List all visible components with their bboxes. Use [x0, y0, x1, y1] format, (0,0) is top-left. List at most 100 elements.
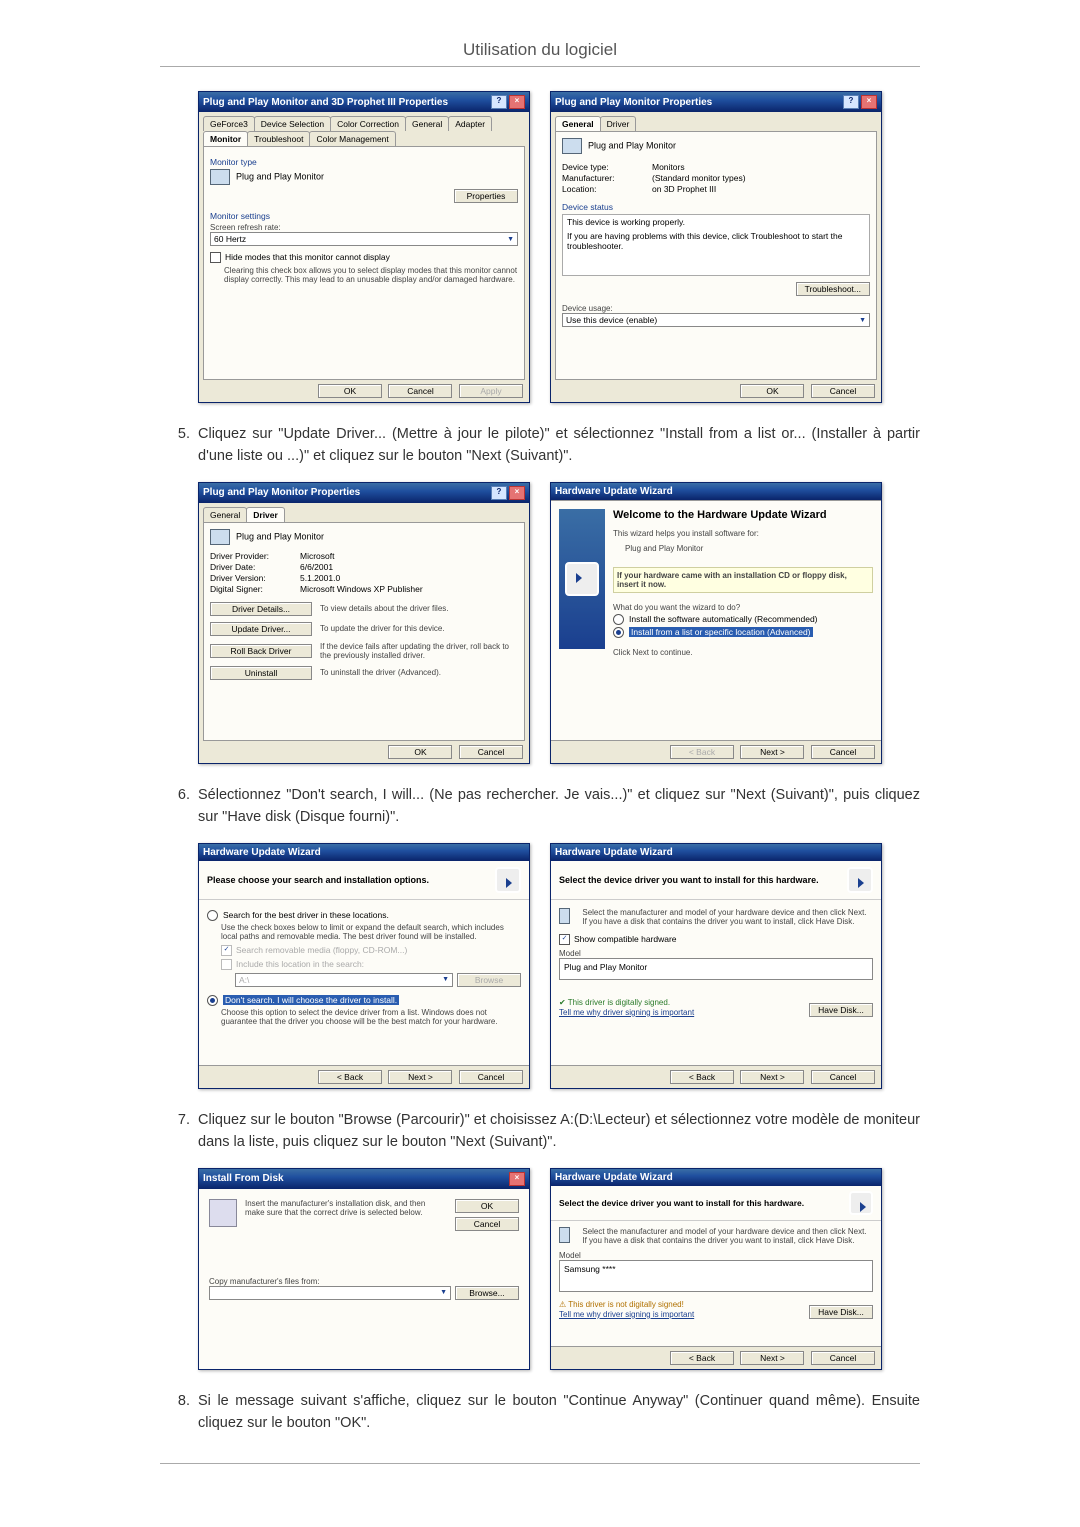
help-button[interactable]: ?	[491, 95, 507, 109]
radio-auto-label: Install the software automatically (Reco…	[629, 614, 818, 624]
wizard-click-next: Click Next to continue.	[613, 648, 873, 657]
dialog-pnp-monitor-driver: Plug and Play Monitor Properties ?× Gene…	[198, 482, 530, 764]
step-number: 6.	[160, 784, 198, 829]
window-title: Install From Disk	[203, 1173, 284, 1184]
next-button[interactable]: Next >	[740, 745, 804, 759]
tab-strip: GeForce3 Device Selection Color Correcti…	[199, 112, 529, 146]
tab-adapter[interactable]: Adapter	[448, 116, 492, 131]
model-list[interactable]: Samsung ****	[559, 1260, 873, 1292]
device-status-heading: Device status	[562, 202, 870, 212]
tab-monitor[interactable]: Monitor	[203, 131, 248, 146]
cancel-button[interactable]: Cancel	[388, 384, 452, 398]
devtype-label: Device type:	[562, 162, 652, 172]
next-button[interactable]: Next >	[388, 1070, 452, 1084]
wizard-icon	[849, 1191, 873, 1215]
tab-troubleshoot[interactable]: Troubleshoot	[247, 131, 310, 146]
next-button[interactable]: Next >	[740, 1070, 804, 1084]
wizard-icon	[495, 867, 521, 893]
titlebar: Plug and Play Monitor Properties ? ×	[551, 92, 881, 112]
device-usage-label: Device usage:	[562, 304, 870, 313]
tab-driver[interactable]: Driver	[600, 116, 637, 131]
help-button[interactable]: ?	[491, 486, 507, 500]
tab-general[interactable]: General	[405, 116, 449, 131]
device-status-ok: This device is working properly.	[567, 217, 865, 227]
manufacturer-label: Manufacturer:	[562, 173, 652, 183]
update-driver-button[interactable]: Update Driver...	[210, 622, 312, 636]
have-disk-button[interactable]: Have Disk...	[809, 1003, 873, 1017]
close-button[interactable]: ×	[861, 95, 877, 109]
provider-label: Driver Provider:	[210, 551, 300, 561]
radio-dont-search[interactable]	[207, 995, 218, 1006]
properties-button[interactable]: Properties	[454, 189, 518, 203]
model-list[interactable]: Plug and Play Monitor	[559, 958, 873, 980]
window-title: Plug and Play Monitor Properties	[203, 487, 360, 498]
next-button[interactable]: Next >	[740, 1351, 804, 1365]
cancel-button[interactable]: Cancel	[811, 1070, 875, 1084]
browse-button: Browse	[457, 973, 521, 987]
radio-list[interactable]	[613, 627, 624, 638]
troubleshoot-button[interactable]: Troubleshoot...	[796, 282, 870, 296]
chevron-down-icon: ▼	[507, 236, 514, 243]
cancel-button[interactable]: Cancel	[811, 745, 875, 759]
chevron-down-icon: ▼	[859, 317, 866, 324]
tab-driver[interactable]: Driver	[246, 507, 285, 522]
page-title: Utilisation du logiciel	[160, 40, 920, 67]
rollback-driver-button[interactable]: Roll Back Driver	[210, 644, 312, 658]
refresh-rate-dropdown[interactable]: 60 Hertz▼	[210, 232, 518, 246]
close-button[interactable]: ×	[509, 486, 525, 500]
device-usage-dropdown[interactable]: Use this device (enable) ▼	[562, 313, 870, 327]
driver-details-button[interactable]: Driver Details...	[210, 602, 312, 616]
hide-modes-checkbox[interactable]	[210, 252, 221, 263]
cancel-button[interactable]: Cancel	[459, 1070, 523, 1084]
cancel-button[interactable]: Cancel	[455, 1217, 519, 1231]
dialog-hardware-update-select-model: Hardware Update Wizard Select the device…	[550, 1168, 882, 1370]
ok-button[interactable]: OK	[388, 745, 452, 759]
wizard-question: What do you want the wizard to do?	[613, 603, 873, 612]
ok-button[interactable]: OK	[455, 1199, 519, 1213]
cancel-button[interactable]: Cancel	[811, 384, 875, 398]
back-button[interactable]: < Back	[670, 1351, 734, 1365]
wizard-icon	[847, 867, 873, 893]
tab-general[interactable]: General	[203, 507, 247, 522]
close-button[interactable]: ×	[509, 1172, 525, 1186]
uninstall-button[interactable]: Uninstall	[210, 666, 312, 680]
window-title: Hardware Update Wizard	[555, 1172, 673, 1183]
driver-signing-link[interactable]: Tell me why driver signing is important	[559, 1310, 694, 1319]
ok-button[interactable]: OK	[740, 384, 804, 398]
monitor-type-heading: Monitor type	[210, 157, 518, 167]
monitor-icon	[559, 1227, 570, 1243]
have-disk-button[interactable]: Have Disk...	[809, 1305, 873, 1319]
wizard-heading: Select the device driver you want to ins…	[559, 875, 819, 885]
location-value: on 3D Prophet III	[652, 184, 716, 194]
cancel-button[interactable]: Cancel	[811, 1351, 875, 1365]
browse-button[interactable]: Browse...	[455, 1286, 519, 1300]
model-item[interactable]: Plug and Play Monitor	[564, 962, 647, 972]
close-button[interactable]: ×	[509, 95, 525, 109]
tab-color-correction[interactable]: Color Correction	[330, 116, 406, 131]
driver-signing-link[interactable]: Tell me why driver signing is important	[559, 1008, 694, 1017]
signer-label: Digital Signer:	[210, 584, 300, 594]
window-title: Hardware Update Wizard	[555, 486, 673, 497]
radio-search[interactable]	[207, 910, 218, 921]
ok-button[interactable]: OK	[318, 384, 382, 398]
checkbox-compatible[interactable]: ✓	[559, 934, 570, 945]
device-usage-value: Use this device (enable)	[566, 315, 657, 325]
checkbox-include-label: Include this location in the search:	[236, 959, 364, 969]
tab-geforce3[interactable]: GeForce3	[203, 116, 255, 131]
hide-modes-hint: Clearing this check box allows you to se…	[224, 266, 518, 284]
back-button[interactable]: < Back	[670, 1070, 734, 1084]
tab-color-management[interactable]: Color Management	[309, 131, 395, 146]
help-button[interactable]: ?	[843, 95, 859, 109]
monitor-icon	[562, 138, 582, 154]
cancel-button[interactable]: Cancel	[459, 745, 523, 759]
radio-auto[interactable]	[613, 614, 624, 625]
copy-path-dropdown[interactable]: ▼	[209, 1286, 451, 1300]
wizard-intro: This wizard helps you install software f…	[613, 529, 873, 538]
back-button[interactable]: < Back	[318, 1070, 382, 1084]
tab-general[interactable]: General	[555, 116, 601, 131]
tab-device-selection[interactable]: Device Selection	[254, 116, 331, 131]
date-value: 6/6/2001	[300, 562, 333, 572]
radio-search-label: Search for the best driver in these loca…	[223, 910, 389, 920]
model-item[interactable]: Samsung ****	[564, 1264, 616, 1274]
monitor-icon	[559, 908, 570, 924]
